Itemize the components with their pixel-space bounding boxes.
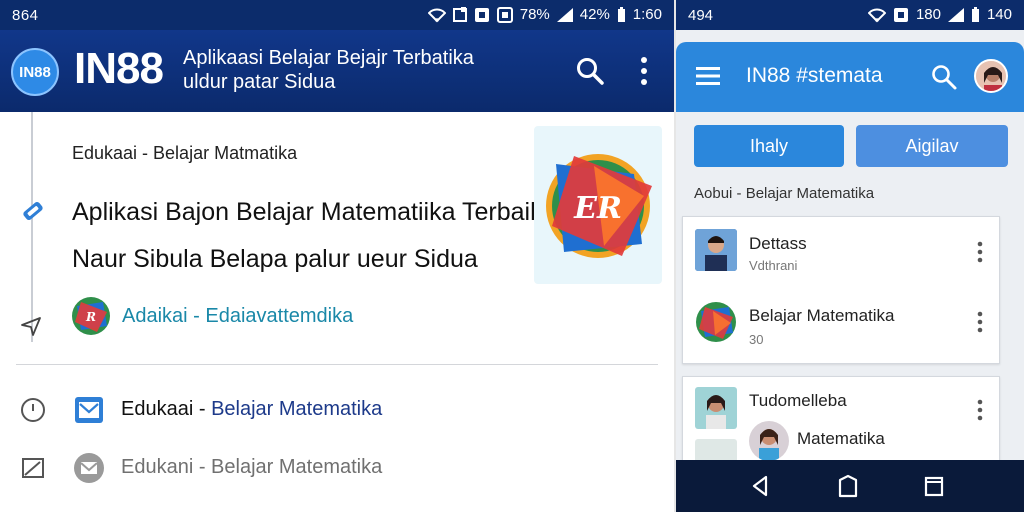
- battery-percent: 180: [915, 6, 941, 23]
- recents-icon[interactable]: [920, 472, 948, 500]
- back-icon[interactable]: [746, 472, 774, 500]
- content-area: Ihaly Aigilav Aobui - Belajar Matematika…: [676, 112, 1024, 469]
- list-item[interactable]: Dettass Vdthrani: [683, 223, 1001, 283]
- notification-icon: [452, 6, 467, 22]
- card: Tudomelleba Matematika: [682, 376, 1000, 469]
- row-label-accent: Belajar Matematika: [211, 398, 383, 420]
- hero-logo-text: ER: [573, 191, 622, 226]
- brand-title: IN88: [74, 44, 164, 93]
- app-title-line2: uldur patar Sidua: [183, 71, 336, 93]
- search-icon[interactable]: [930, 63, 958, 91]
- subline: Naur Sibula Belapa palur ueur Sidua: [72, 245, 478, 273]
- breadcrumb: Aobui - Belajar Matematika: [694, 185, 875, 202]
- hero-logo-graphic: ER: [546, 154, 652, 258]
- item-subtitle: 30: [749, 332, 764, 347]
- signal-icon: [947, 7, 964, 22]
- row-label-primary: Edukaai -: [121, 398, 212, 420]
- avatar[interactable]: [974, 59, 1008, 93]
- status-time: 494: [688, 7, 714, 24]
- breadcrumb: Edukaai - Belajar Matmatika: [72, 143, 298, 163]
- app-logo-image: [696, 302, 736, 342]
- more-vert-icon[interactable]: [977, 311, 983, 333]
- app-link[interactable]: Adaikai - Edaiavattemdika: [122, 305, 353, 328]
- image-icon: [496, 6, 513, 23]
- more-vert-icon[interactable]: [977, 241, 983, 263]
- status-bar: 864 78% 42% 1:60: [0, 0, 674, 30]
- home-icon[interactable]: [834, 472, 862, 500]
- app-logo: IN88: [11, 48, 59, 96]
- signal-percent: 42%: [579, 6, 610, 23]
- send-icon: [21, 317, 41, 336]
- left-phone-screen: 864 78% 42% 1:60 IN88 IN88 Aplikaasi Bel…: [0, 0, 674, 512]
- app-icon: R: [72, 297, 110, 335]
- item-title: Belajar Matematika: [749, 306, 895, 325]
- app-title: Aplikaasi Belajar Bejajr Terbatika uldur…: [183, 46, 523, 94]
- status-time: 864: [12, 7, 39, 24]
- list-item[interactable]: Edukaai - Belajar Matematika: [0, 383, 674, 433]
- person-image: [695, 387, 737, 429]
- signal-icon: [556, 7, 573, 22]
- item-title: Dettass: [749, 234, 807, 253]
- navigation-bar: [676, 460, 1024, 512]
- message-icon: [893, 7, 908, 22]
- item-thumbnail: [695, 387, 737, 429]
- wifi-icon: [427, 8, 446, 22]
- status-clock: 1:60: [632, 6, 662, 23]
- list-item[interactable]: Belajar Matematika 30: [683, 297, 1001, 357]
- card: Dettass Vdthrani Belajar Matematika 30: [682, 216, 1000, 364]
- more-vert-icon[interactable]: [977, 399, 983, 421]
- person-image: [749, 421, 789, 461]
- timeline-line: [31, 112, 33, 342]
- battery-percent: 78%: [519, 6, 550, 23]
- primary-button[interactable]: Ihaly: [694, 125, 844, 167]
- item-title: Matematika: [797, 429, 885, 448]
- mail-icon: [75, 397, 103, 423]
- wifi-icon: [867, 8, 886, 22]
- item-subtitle: Vdthrani: [749, 258, 798, 273]
- tag-icon: [23, 201, 43, 221]
- avatar: [749, 421, 789, 461]
- row-label: Edukani - Belajar Matematika: [121, 456, 383, 478]
- mail-circle-icon: [74, 453, 104, 483]
- app-bar: IN88 #stemata: [676, 42, 1024, 112]
- secondary-button[interactable]: Aigilav: [856, 125, 1008, 167]
- app-title: IN88 #stemata: [746, 64, 883, 87]
- divider: [16, 364, 658, 365]
- status-bar: 494 180 140: [676, 0, 1024, 30]
- clock-icon: [21, 398, 45, 422]
- item-thumbnail: [695, 301, 737, 343]
- right-phone-screen: 494 180 140 IN88 #stemata Ihaly Aigilav …: [676, 0, 1024, 512]
- item-thumbnail: [695, 229, 737, 271]
- headline[interactable]: Aplikasi Bajon Belajar Matematiika Terba…: [72, 198, 543, 227]
- avatar-photo: [976, 61, 1006, 91]
- battery-icon: [971, 6, 979, 22]
- image-frame-icon: [22, 458, 44, 478]
- item-title: Tudomelleba: [749, 391, 847, 410]
- person-image: [695, 229, 737, 271]
- status-clock: 140: [986, 6, 1012, 23]
- list-item[interactable]: Edukani - Belajar Matematika: [0, 441, 674, 491]
- app-title-line1: Aplikaasi Belajar Bejajr Terbatika: [183, 47, 474, 69]
- app-bar: IN88 IN88 Aplikaasi Belajar Bejajr Terba…: [0, 30, 674, 112]
- hero-logo-image: ER: [534, 126, 662, 284]
- more-vert-icon[interactable]: [634, 54, 654, 88]
- search-icon[interactable]: [574, 55, 606, 87]
- battery-icon: [617, 6, 625, 22]
- message-icon: [474, 7, 489, 22]
- svg-text:R: R: [85, 310, 96, 324]
- menu-icon[interactable]: [696, 66, 720, 86]
